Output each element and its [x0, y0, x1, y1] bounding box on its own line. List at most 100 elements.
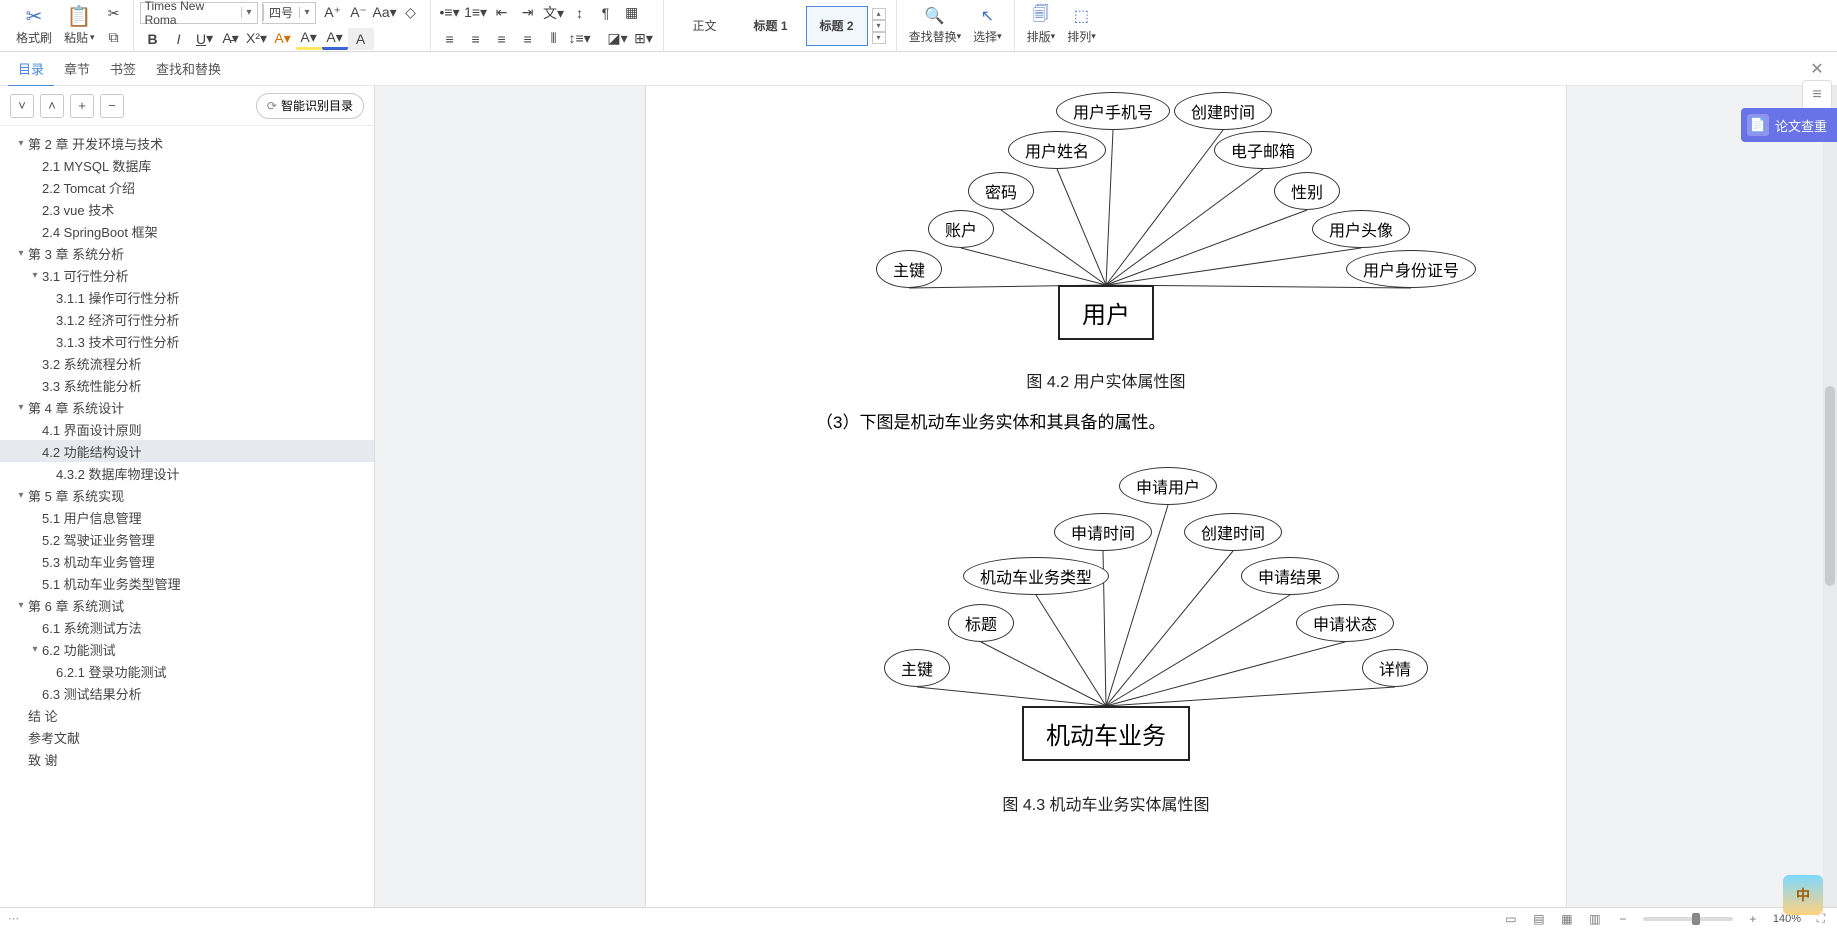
style-heading2[interactable]: 标题 2 — [806, 6, 868, 46]
typeset-button[interactable]: 🗐 排版▾ — [1021, 4, 1062, 47]
align-justify-button[interactable]: ≡ — [515, 28, 541, 50]
smart-recognize-toc-button[interactable]: 智能识别目录 — [256, 93, 364, 119]
find-replace-button[interactable]: 🔍 查找替换▾ — [903, 4, 968, 47]
numbering-button[interactable]: 1≡▾ — [463, 2, 489, 24]
outline-item[interactable]: 参考文献 — [0, 726, 374, 748]
outline-item[interactable]: 结 论 — [0, 704, 374, 726]
outline-item[interactable]: ▾3.1 可行性分析 — [0, 264, 374, 286]
outline-item[interactable]: 3.1.2 经济可行性分析 — [0, 308, 374, 330]
show-marks-button[interactable]: ¶ — [593, 2, 619, 24]
text-direction-button[interactable]: 文▾ — [541, 2, 567, 24]
vertical-scrollbar[interactable] — [1823, 86, 1837, 929]
format-painter-button[interactable]: ✂ 格式刷 — [10, 3, 58, 48]
outline-item[interactable]: 3.1.3 技术可行性分析 — [0, 330, 374, 352]
font-size-input[interactable]: 四号 — [263, 4, 299, 21]
outline-item[interactable]: 4.2 功能结构设计 — [0, 440, 374, 462]
outline-caret[interactable]: ▾ — [14, 490, 28, 501]
outline-item[interactable]: 2.1 MYSQL 数据库 — [0, 154, 374, 176]
phonetic-button[interactable]: A — [348, 28, 374, 50]
outline-item[interactable]: 2.4 SpringBoot 框架 — [0, 220, 374, 242]
superscript-button[interactable]: X²▾ — [244, 28, 270, 50]
outline-caret[interactable]: ▾ — [14, 600, 28, 611]
view-mode-outline[interactable]: ▥ — [1587, 911, 1603, 927]
outline-item[interactable]: ▾第 6 章 系统测试 — [0, 594, 374, 616]
clear-format-button[interactable]: ◇ — [398, 2, 424, 24]
style-normal[interactable]: 正文 — [674, 6, 736, 46]
view-mode-read[interactable]: ▭ — [1503, 911, 1519, 927]
outline-item[interactable]: 6.1 系统测试方法 — [0, 616, 374, 638]
nav-tab-1[interactable]: 章节 — [54, 54, 100, 85]
plagiarism-check-button[interactable]: 📄 论文查重 — [1741, 108, 1837, 142]
outline-tree[interactable]: ▾第 2 章 开发环境与技术2.1 MYSQL 数据库2.2 Tomcat 介绍… — [0, 126, 374, 929]
font-color-button[interactable]: A▾ — [322, 28, 348, 50]
view-mode-print[interactable]: ▤ — [1531, 911, 1547, 927]
borders-button[interactable]: ⊞▾ — [631, 28, 657, 50]
outline-item[interactable]: 4.3.2 数据库物理设计 — [0, 462, 374, 484]
outline-item[interactable]: 2.3 vue 技术 — [0, 198, 374, 220]
style-gallery-up[interactable]: ▴ — [872, 8, 886, 20]
select-button[interactable]: ↖ 选择▾ — [967, 4, 1008, 47]
arrange-button[interactable]: ⬚ 排列▾ — [1061, 4, 1102, 47]
outline-item[interactable]: ▾第 2 章 开发环境与技术 — [0, 132, 374, 154]
nav-tab-3[interactable]: 查找和替换 — [146, 54, 231, 85]
outline-item[interactable]: 6.3 测试结果分析 — [0, 682, 374, 704]
outline-expand-button[interactable]: ˄ — [40, 94, 64, 118]
font-name-dropdown[interactable]: ▾ — [241, 7, 257, 18]
font-size-dropdown[interactable]: ▾ — [299, 7, 315, 18]
outline-item[interactable]: ▾第 5 章 系统实现 — [0, 484, 374, 506]
outline-item[interactable]: ▾第 4 章 系统设计 — [0, 396, 374, 418]
zoom-in-button[interactable]: + — [1745, 911, 1761, 927]
outline-caret[interactable]: ▾ — [28, 270, 42, 281]
outline-item[interactable]: 5.2 驾驶证业务管理 — [0, 528, 374, 550]
bold-button[interactable]: B — [140, 28, 166, 50]
sort-button[interactable]: ↕ — [567, 2, 593, 24]
bullets-button[interactable]: •≡▾ — [437, 2, 463, 24]
align-center-button[interactable]: ≡ — [463, 28, 489, 50]
outline-caret[interactable]: ▾ — [14, 248, 28, 259]
grow-font-button[interactable]: A⁺ — [320, 2, 346, 24]
outline-remove-button[interactable]: − — [100, 94, 124, 118]
outline-item[interactable]: 3.2 系统流程分析 — [0, 352, 374, 374]
right-rail-toggle[interactable]: ≡ — [1802, 80, 1832, 110]
outline-item[interactable]: ▾第 3 章 系统分析 — [0, 242, 374, 264]
outline-item[interactable]: 6.2.1 登录功能测试 — [0, 660, 374, 682]
document-viewport[interactable]: 用户 主键账户密码用户姓名用户手机号创建时间电子邮箱性别用户头像用户身份证号 图… — [375, 86, 1837, 929]
outline-item[interactable]: 致 谢 — [0, 748, 374, 770]
zoom-slider[interactable] — [1643, 917, 1733, 921]
outline-item[interactable]: 2.2 Tomcat 介绍 — [0, 176, 374, 198]
style-heading1[interactable]: 标题 1 — [740, 6, 802, 46]
strike-button[interactable]: A̵▾ — [218, 28, 244, 50]
outline-item[interactable]: 4.1 界面设计原则 — [0, 418, 374, 440]
text-effect-button[interactable]: A▾ — [270, 28, 296, 50]
view-mode-web[interactable]: ▦ — [1559, 911, 1575, 927]
outline-add-button[interactable]: + — [70, 94, 94, 118]
distribute-button[interactable]: ⫴ — [541, 28, 567, 50]
underline-button[interactable]: U▾ — [192, 28, 218, 50]
outline-collapse-button[interactable]: ˅ — [10, 94, 34, 118]
shading-button[interactable]: ◪▾ — [605, 28, 631, 50]
outline-item[interactable]: ▾6.2 功能测试 — [0, 638, 374, 660]
shrink-font-button[interactable]: A⁻ — [346, 2, 372, 24]
paste-button[interactable]: 📋 粘贴▾ — [58, 3, 101, 48]
nav-close-button[interactable]: ✕ — [1805, 57, 1829, 81]
nav-tab-0[interactable]: 目录 — [8, 54, 54, 87]
ime-indicator[interactable]: 中 — [1783, 875, 1823, 915]
highlight-button[interactable]: A▾ — [296, 28, 322, 50]
outline-item[interactable]: 5.3 机动车业务管理 — [0, 550, 374, 572]
zoom-out-button[interactable]: − — [1615, 911, 1631, 927]
outline-caret[interactable]: ▾ — [28, 644, 42, 655]
align-left-button[interactable]: ≡ — [437, 28, 463, 50]
align-right-button[interactable]: ≡ — [489, 28, 515, 50]
font-name-input[interactable]: Times New Roma — [141, 0, 241, 27]
style-gallery-more[interactable]: ▾ — [872, 32, 886, 44]
outline-item[interactable]: 3.1.1 操作可行性分析 — [0, 286, 374, 308]
nav-tab-2[interactable]: 书签 — [100, 54, 146, 85]
copy-button[interactable]: ⧉ — [101, 27, 127, 49]
outline-caret[interactable]: ▾ — [14, 402, 28, 413]
change-case-button[interactable]: Aa▾ — [372, 2, 398, 24]
line-spacing-button[interactable]: ↕≡▾ — [567, 28, 593, 50]
indent-inc-button[interactable]: ⇥ — [515, 2, 541, 24]
outline-item[interactable]: 5.1 机动车业务类型管理 — [0, 572, 374, 594]
cut-button[interactable]: ✂ — [101, 3, 127, 25]
style-gallery-down[interactable]: ▾ — [872, 20, 886, 32]
